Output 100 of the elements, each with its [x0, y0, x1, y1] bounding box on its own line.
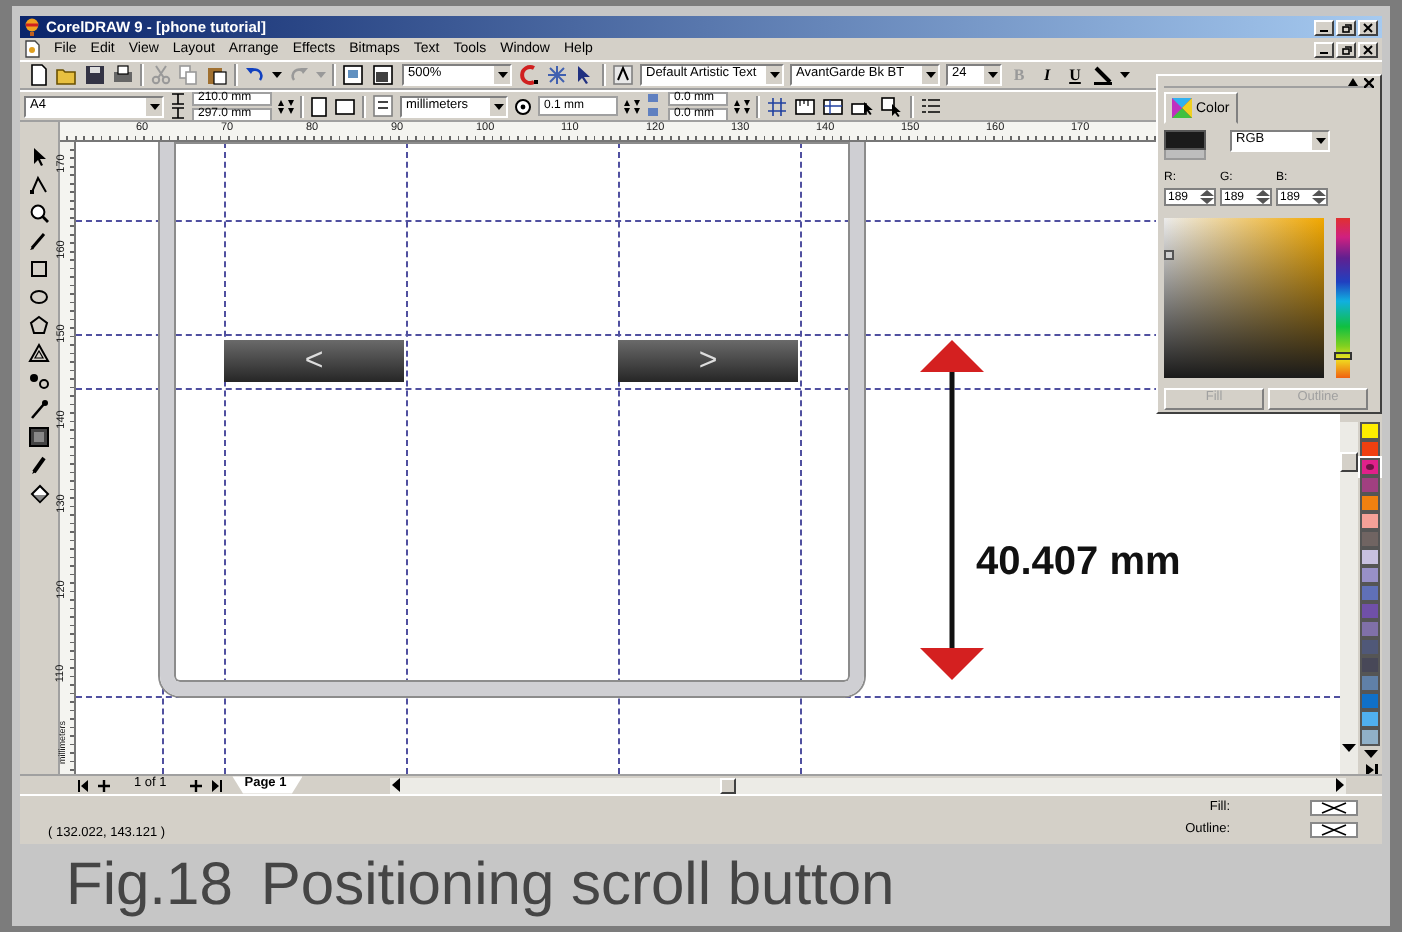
close-icon[interactable]	[1364, 77, 1374, 87]
current-color-swatch	[1164, 130, 1206, 150]
caret-icon[interactable]	[493, 103, 503, 109]
network-icon[interactable]	[546, 64, 568, 86]
bucket-icon[interactable]	[28, 482, 50, 504]
color-swatch[interactable]	[1360, 620, 1380, 638]
restore-button[interactable]	[1336, 41, 1356, 57]
dimension-label: 40.407 mm	[976, 542, 1181, 582]
previous-color-swatch	[1164, 150, 1206, 160]
color-picker-handle[interactable]	[1164, 250, 1174, 260]
color-swatch[interactable]	[1360, 602, 1380, 620]
zoom-icon[interactable]	[28, 202, 50, 224]
scroll-down-icon[interactable]	[1342, 744, 1356, 754]
ellipse-icon[interactable]	[28, 286, 50, 308]
pen-icon[interactable]	[1092, 64, 1114, 86]
caret-icon[interactable]	[272, 72, 282, 78]
close-icon	[1362, 21, 1374, 33]
scroll-thumb[interactable]	[720, 777, 737, 793]
caret-icon[interactable]	[497, 72, 507, 78]
minimize-button[interactable]	[1314, 41, 1334, 57]
spinner-icon[interactable]	[1256, 190, 1270, 204]
hue-slider-handle[interactable]	[1334, 351, 1352, 360]
hue-slider[interactable]	[1336, 218, 1350, 378]
rectangle-icon[interactable]	[28, 258, 50, 280]
palette-scroll-icon[interactable]	[1363, 750, 1377, 760]
fill-icon[interactable]	[28, 426, 50, 448]
restore-icon	[1340, 43, 1352, 55]
color-swatch[interactable]	[1360, 656, 1380, 674]
landscape-icon[interactable]	[334, 95, 356, 117]
import-icon[interactable]	[342, 64, 366, 86]
guides-icon[interactable]	[822, 95, 844, 117]
caret-icon[interactable]	[1120, 72, 1130, 78]
color-swatch[interactable]	[1360, 728, 1380, 746]
close-button[interactable]	[1358, 41, 1378, 57]
freehand-icon[interactable]	[28, 230, 50, 252]
grid-icon[interactable]	[766, 95, 788, 117]
options-list-icon[interactable]	[920, 95, 942, 117]
scroll-right-icon[interactable]	[1334, 778, 1346, 792]
portrait-icon[interactable]	[310, 95, 328, 117]
shape-tool-icon[interactable]	[28, 174, 50, 196]
color-swatch[interactable]	[1360, 566, 1380, 584]
first-page-icon[interactable]	[76, 779, 90, 791]
scroll-thumb[interactable]	[1340, 452, 1358, 472]
select-all-icon[interactable]	[880, 95, 904, 117]
spinner-icon[interactable]	[1312, 190, 1326, 204]
undo-icon[interactable]	[244, 64, 266, 86]
color-swatch[interactable]	[1360, 512, 1380, 530]
color-swatch[interactable]	[1360, 422, 1380, 440]
spinner-icon[interactable]	[278, 99, 294, 113]
polygon-icon[interactable]	[28, 314, 50, 336]
text-options-icon[interactable]	[612, 64, 634, 86]
collapse-icon[interactable]	[1348, 78, 1358, 86]
last-page-icon[interactable]	[210, 779, 225, 791]
spinner-icon[interactable]	[1200, 190, 1214, 204]
color-swatch[interactable]	[1360, 494, 1380, 512]
no-color-icon	[1310, 822, 1358, 838]
balloon-icon	[24, 18, 40, 36]
save-icon[interactable]	[84, 64, 106, 86]
launcher-icon[interactable]	[518, 64, 540, 86]
open-folder-icon[interactable]	[56, 64, 78, 86]
no-color-icon	[1310, 800, 1358, 816]
underline-button[interactable]: U	[1064, 67, 1086, 83]
color-swatch[interactable]	[1360, 548, 1380, 566]
caret-icon[interactable]	[149, 103, 159, 109]
color-swatch[interactable]	[1360, 458, 1380, 476]
scroll-button-shape: >	[618, 340, 798, 382]
spinner-icon[interactable]	[734, 99, 750, 113]
caret-icon[interactable]	[925, 72, 935, 78]
color-swatch[interactable]	[1360, 584, 1380, 602]
minimize-button[interactable]	[1314, 19, 1334, 35]
pick-arrow-icon[interactable]	[28, 146, 50, 168]
palette-end-icon[interactable]	[1363, 764, 1377, 776]
export-icon[interactable]	[372, 64, 396, 86]
eyedropper-icon[interactable]	[28, 398, 50, 420]
add-page-icon[interactable]	[98, 779, 110, 791]
italic-button[interactable]: I	[1036, 67, 1058, 83]
new-file-icon[interactable]	[28, 64, 50, 86]
color-swatch[interactable]	[1360, 692, 1380, 710]
color-swatch[interactable]	[1360, 638, 1380, 656]
horizontal-scrollbar[interactable]	[390, 777, 1346, 793]
paste-icon[interactable]	[206, 64, 228, 86]
color-swatch[interactable]	[1360, 530, 1380, 548]
color-swatch[interactable]	[1360, 710, 1380, 728]
ruler-icon[interactable]	[794, 95, 816, 117]
page-dimensions-icon	[170, 92, 186, 120]
spinner-icon[interactable]	[624, 99, 640, 113]
caret-icon[interactable]	[769, 72, 779, 78]
vertical-scrollbar[interactable]	[1340, 422, 1358, 774]
print-icon[interactable]	[112, 64, 134, 86]
blend-icon[interactable]	[28, 370, 50, 392]
triangle-icon[interactable]	[28, 342, 50, 364]
add-page-icon[interactable]	[190, 779, 203, 791]
color-swatch[interactable]	[1360, 476, 1380, 494]
outline-pen-icon[interactable]	[28, 454, 50, 476]
caret-icon[interactable]	[987, 72, 997, 78]
scroll-left-icon[interactable]	[390, 778, 403, 792]
color-field[interactable]	[1164, 218, 1324, 378]
close-button[interactable]	[1358, 19, 1378, 35]
restore-button[interactable]	[1336, 19, 1356, 35]
color-swatch[interactable]	[1360, 674, 1380, 692]
